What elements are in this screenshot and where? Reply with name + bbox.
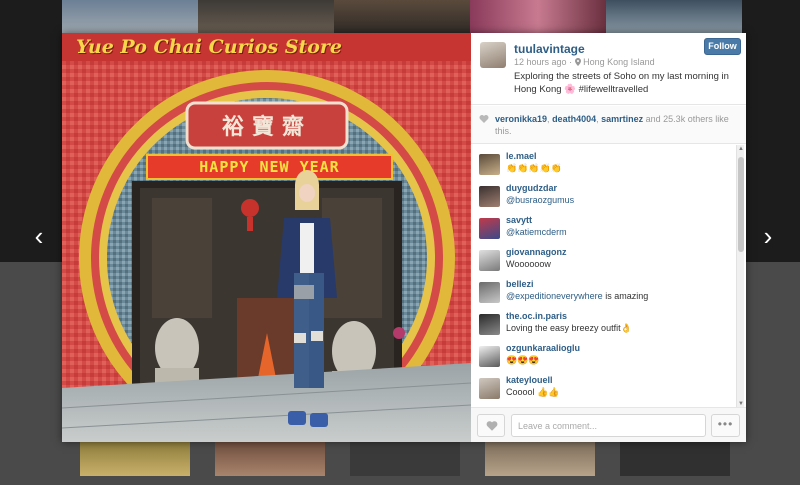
more-options-button[interactable]: ••• (711, 414, 740, 437)
avatar[interactable] (479, 346, 500, 367)
avatar[interactable] (479, 186, 500, 207)
comment-item: bellezi @expeditioneverywhere is amazing (479, 279, 729, 309)
comment-mention[interactable]: @expeditioneverywhere (506, 291, 603, 301)
avatar[interactable] (479, 218, 500, 239)
location-pin-icon (574, 58, 581, 66)
comment-item: kateylouell Cooool 👍👍 (479, 375, 729, 405)
background-thumbnail[interactable] (80, 440, 190, 476)
like-button[interactable] (477, 414, 505, 437)
comment-body: is amazing (602, 291, 649, 301)
plaque-text: 裕寶齋 (221, 114, 312, 140)
post-sidebar: tuulavintage 12 hours ago · Hong Kong Is… (471, 33, 746, 442)
comment-text: 👏👏👏👏👏 (506, 163, 562, 174)
post-username[interactable]: tuulavintage (514, 42, 585, 56)
comment-mention[interactable]: @busraozgumus (506, 195, 574, 205)
avatar[interactable] (480, 42, 506, 68)
comment-item: the.oc.in.paris Loving the easy breezy o… (479, 311, 729, 341)
background-thumbnail[interactable] (62, 0, 198, 34)
comment-item: le.mael 👏👏👏👏👏 (479, 151, 729, 181)
comment-item: savytt @katiemcderm (479, 215, 729, 245)
follow-button[interactable]: Follow (704, 38, 741, 55)
comment-username[interactable]: kateylouell (506, 375, 553, 385)
background-thumbnail[interactable] (350, 440, 460, 476)
comment-body: 😍😍😍 (506, 355, 540, 365)
location-link[interactable]: Hong Kong Island (583, 57, 655, 67)
comment-body: Woooooow (506, 259, 551, 269)
comment-item: giovannagonz Woooooow (479, 247, 729, 277)
comment-username[interactable]: duygudzdar (506, 183, 557, 193)
post-meta: 12 hours ago · Hong Kong Island (514, 57, 655, 67)
comment-body: Loving the easy breezy outfit👌 (506, 323, 632, 333)
comment-text: Woooooow (506, 259, 551, 269)
comment-body: 👏👏👏👏👏 (506, 163, 563, 173)
avatar[interactable] (479, 154, 500, 175)
post-photo[interactable] (62, 33, 471, 442)
background-thumbnail[interactable] (198, 0, 334, 34)
avatar[interactable] (479, 282, 500, 303)
comment-text: @katiemcderm (506, 227, 567, 237)
comment-text: @busraozgumus (506, 195, 574, 205)
post-caption: Exploring the streets of Soho on my last… (514, 71, 729, 95)
background-thumbnail[interactable] (215, 440, 325, 476)
avatar[interactable] (479, 314, 500, 335)
chevron-left-icon[interactable]: ‹ (27, 222, 51, 250)
comment-text: @expeditioneverywhere is amazing (506, 291, 648, 301)
comment-mention[interactable]: @katiemcderm (506, 227, 567, 237)
likes-and: and (643, 114, 664, 124)
heart-icon (486, 421, 498, 431)
likes-summary: veronikka19, death4004, samrtinez and 25… (471, 106, 746, 144)
comment-username[interactable]: savytt (506, 215, 532, 225)
new-year-banner-text: HAPPY NEW YEAR (199, 158, 340, 176)
comment-username[interactable]: giovannagonz (506, 247, 567, 257)
likes-count[interactable]: 25.3k (663, 114, 685, 124)
comment-text: 😍😍😍 (506, 355, 540, 366)
chevron-right-icon[interactable]: › (756, 222, 780, 250)
comment-text: Cooool 👍👍 (506, 387, 559, 398)
liker-link[interactable]: death4004 (552, 114, 596, 124)
heart-icon (479, 115, 489, 123)
scroll-thumb[interactable] (738, 157, 744, 252)
time-ago[interactable]: 12 hours ago (514, 57, 567, 67)
comment-item: ozgunkaraalioglu 😍😍😍 (479, 343, 729, 373)
comment-body: Cooool 👍👍 (506, 387, 560, 397)
liker-link[interactable]: samrtinez (601, 114, 643, 124)
scroll-up-arrow-icon[interactable]: ▲ (737, 145, 745, 153)
comment-username[interactable]: le.mael (506, 151, 537, 161)
comment-input[interactable] (511, 414, 706, 437)
avatar[interactable] (479, 250, 500, 271)
background-thumbnail[interactable] (334, 0, 470, 34)
liker-link[interactable]: veronikka19 (495, 114, 547, 124)
background-thumbnail[interactable] (470, 0, 606, 34)
post-header: tuulavintage 12 hours ago · Hong Kong Is… (471, 33, 746, 105)
comment-username[interactable]: the.oc.in.paris (506, 311, 567, 321)
background-thumbnail[interactable] (620, 440, 730, 476)
photo-modal: Yue Po Chai Curios Store 裕寶齋 HAPPY NEW Y… (62, 33, 746, 442)
likes-text: veronikka19, death4004, samrtinez and 25… (495, 113, 740, 137)
background-thumbnail[interactable] (485, 440, 595, 476)
comment-item: duygudzdar @busraozgumus (479, 183, 729, 213)
store-sign-text: Yue Po Chai Curios Store (76, 36, 342, 58)
comment-list[interactable]: le.mael 👏👏👏👏👏 duygudzdar @busraozgumus s… (471, 145, 746, 407)
comment-username[interactable]: bellezi (506, 279, 534, 289)
comment-footer: ••• (471, 407, 746, 442)
comment-text: Loving the easy breezy outfit👌 (506, 323, 632, 334)
comment-username[interactable]: ozgunkaraalioglu (506, 343, 580, 353)
comments-scrollbar[interactable]: ▲ ▼ (736, 145, 744, 408)
avatar[interactable] (479, 378, 500, 399)
background-thumbnail[interactable] (606, 0, 742, 34)
